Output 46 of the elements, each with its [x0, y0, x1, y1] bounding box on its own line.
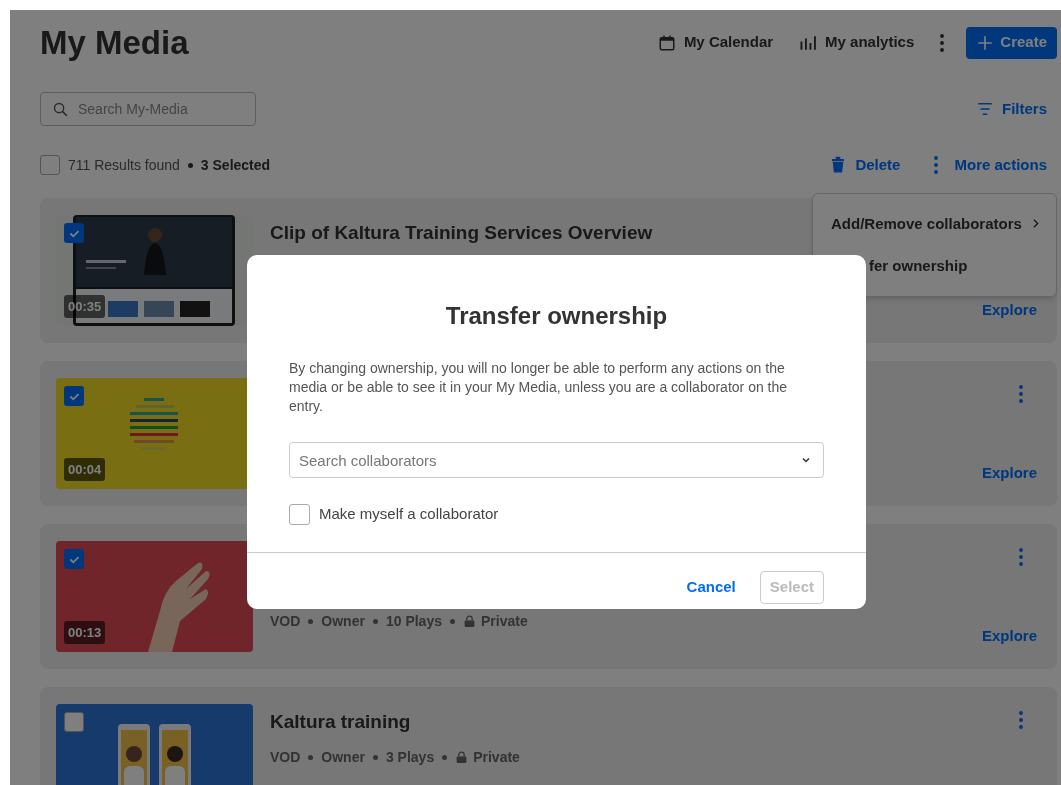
explore-link[interactable]: Explore [981, 461, 1037, 484]
meta-text: VOD [270, 612, 301, 631]
meta-text: VOD [270, 747, 301, 767]
plus-icon [976, 33, 995, 52]
bulk-action-button[interactable]: Delete [829, 153, 901, 177]
meta-text: 3 Plays [385, 747, 435, 767]
page-title: My Media [40, 26, 189, 59]
checkbox[interactable] [64, 223, 84, 243]
dialog-title: Transfer ownership [444, 301, 669, 331]
kebab-menu-icon[interactable] [1019, 385, 1023, 403]
header-link[interactable]: My analytics [799, 31, 915, 54]
media-title[interactable]: Kaltura training [270, 708, 1029, 737]
meta-text: Private [473, 747, 520, 767]
selected-count: 3 Selected [200, 155, 271, 175]
search-icon [52, 101, 69, 118]
filters-button[interactable]: Filters [976, 97, 1047, 121]
collaborator-select[interactable]: Search collaborators [289, 442, 824, 478]
meta-text: Owner [321, 747, 365, 767]
checkbox[interactable] [64, 386, 84, 406]
dialog-message: By changing ownership, you will no longer be able to perform any actions on the media or be able to see it in your My Media, unless you are a collaborator on the entry. [289, 359, 789, 416]
meta-text: 10 Plays [385, 612, 442, 631]
filter-icon [976, 100, 994, 118]
kebab-menu-icon[interactable] [940, 33, 945, 52]
lock-icon [463, 615, 476, 628]
checkbox[interactable] [64, 549, 84, 569]
meta-text: Owner [321, 612, 365, 631]
meta-text: Private [481, 612, 528, 631]
calendar-icon [657, 33, 676, 52]
dialog-button[interactable]: Cancel [684, 575, 738, 599]
kebab-menu-icon[interactable] [1019, 711, 1023, 729]
kebab-menu-icon[interactable] [1019, 548, 1023, 566]
create-button[interactable]: Create [966, 26, 1057, 59]
menu-item[interactable]: Add/Remove collaborators [813, 212, 1056, 235]
checkbox[interactable] [40, 155, 60, 175]
search-field[interactable]: Search My-Media [40, 92, 256, 126]
explore-link[interactable]: Explore [981, 298, 1037, 321]
lock-icon [455, 750, 469, 764]
explore-link[interactable]: Explore [981, 624, 1037, 647]
checkbox-label: Make myself a collaborator [319, 504, 499, 524]
results-count: 711 Results found [68, 155, 180, 175]
header-link[interactable]: My Calendar [657, 31, 774, 54]
kebab-menu-icon [934, 156, 939, 174]
checkbox[interactable] [64, 712, 84, 732]
checkbox[interactable] [289, 503, 310, 525]
bulk-action-button[interactable]: More actions [934, 153, 1047, 177]
bar-chart-icon [799, 33, 818, 52]
